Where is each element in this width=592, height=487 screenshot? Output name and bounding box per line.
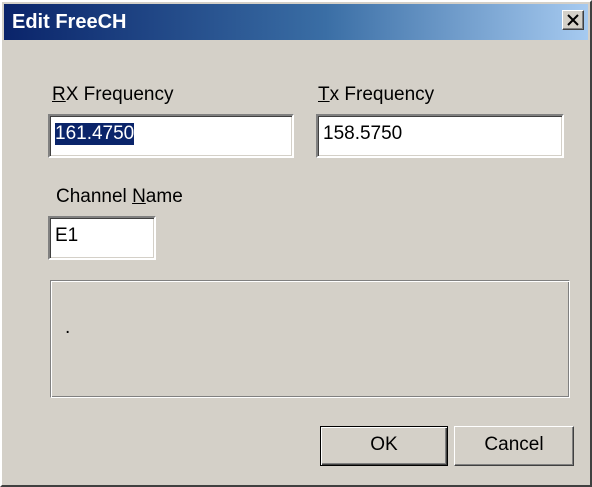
rx-frequency-value: 161.4750 [55, 123, 135, 145]
ok-button[interactable]: OK [320, 426, 448, 466]
close-button[interactable] [562, 10, 584, 30]
cancel-button[interactable]: Cancel [454, 426, 574, 466]
tx-frequency-value: 158.5750 [323, 123, 403, 144]
tx-frequency-mnemonic: T [318, 84, 330, 105]
close-icon [567, 14, 579, 26]
channel-name-value: E1 [55, 225, 79, 246]
channel-name-input[interactable]: E1 [48, 216, 156, 260]
rx-frequency-input[interactable]: 161.4750 [48, 114, 294, 158]
rx-frequency-mnemonic: R [52, 84, 66, 105]
status-message-text: . [65, 317, 71, 338]
edit-freech-dialog: Edit FreeCH RX Frequency 161.4750 Tx Fre… [0, 0, 592, 487]
tx-frequency-label: Tx Frequency [318, 84, 434, 106]
channel-name-label-text: ame [145, 186, 183, 207]
channel-name-label: Channel Name [56, 186, 183, 208]
title-bar[interactable]: Edit FreeCH [4, 4, 588, 40]
status-message-box: . [50, 280, 570, 398]
rx-frequency-label: RX Frequency [52, 84, 173, 106]
tx-frequency-label-text: x Frequency [329, 84, 435, 105]
channel-name-mnemonic: N [132, 186, 146, 207]
channel-name-label-pre: Channel [56, 186, 133, 207]
dialog-title: Edit FreeCH [12, 11, 127, 33]
tx-frequency-input[interactable]: 158.5750 [316, 114, 564, 158]
rx-frequency-label-text: X Frequency [65, 84, 174, 105]
